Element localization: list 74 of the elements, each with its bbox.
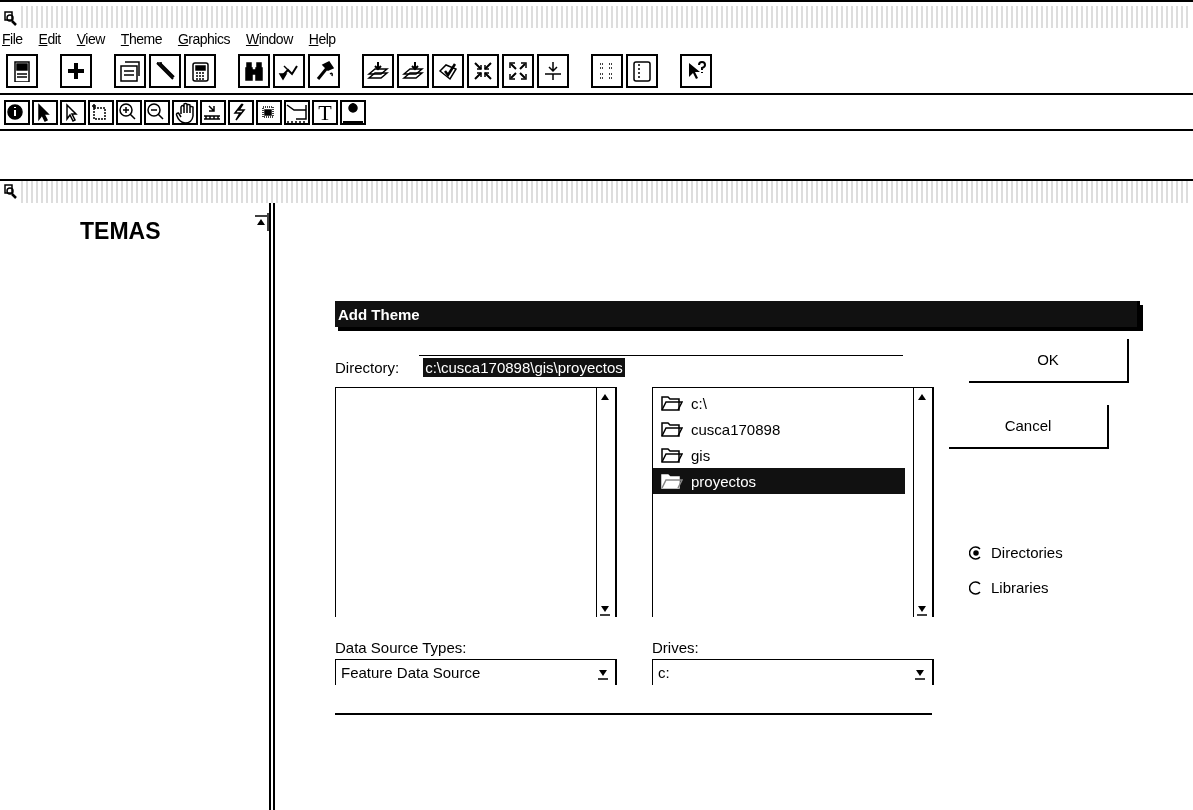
layers-icon	[367, 60, 389, 82]
menu-item[interactable]: Help	[308, 31, 336, 47]
radio-label: Directories	[991, 544, 1063, 561]
cancel-button[interactable]: Cancel	[949, 405, 1109, 449]
calculator-icon	[189, 60, 211, 82]
layers-icon	[402, 60, 424, 82]
frame-icon	[631, 60, 653, 82]
radio-option[interactable]: Libraries	[969, 579, 1144, 596]
pencil-icon	[154, 60, 176, 82]
toolbar-button[interactable]	[32, 100, 58, 125]
toolbar-button[interactable]	[6, 54, 38, 88]
toolbar-button[interactable]	[4, 100, 30, 125]
menu-item[interactable]: Theme	[120, 31, 162, 47]
toolbar-button[interactable]	[340, 100, 366, 125]
form-icon	[119, 60, 141, 82]
folder-list-item[interactable]: gis	[653, 442, 905, 468]
folder-list-item[interactable]: cusca170898	[653, 416, 905, 442]
ok-button[interactable]: OK	[969, 339, 1129, 383]
toolbar-button[interactable]	[537, 54, 569, 88]
toolbar-button[interactable]	[273, 54, 305, 88]
folder-icon	[661, 472, 683, 490]
radio-label: Libraries	[991, 579, 1049, 596]
toolbar-button[interactable]	[172, 100, 198, 125]
folder-list-item[interactable]: c:\	[653, 390, 905, 416]
folder-icon	[661, 446, 683, 464]
toolbar-button[interactable]	[60, 54, 92, 88]
toolbar-button[interactable]	[184, 54, 216, 88]
toolbar-button[interactable]	[502, 54, 534, 88]
menu-item[interactable]: Graphics	[177, 31, 230, 47]
floppy-icon	[11, 60, 33, 82]
shrink-icon	[472, 60, 494, 82]
hand-icon	[174, 101, 196, 124]
toolbar-button[interactable]	[116, 100, 142, 125]
menu-item[interactable]: Edit	[38, 31, 61, 47]
toolbar-button[interactable]	[114, 54, 146, 88]
toolbar-button[interactable]	[362, 54, 394, 88]
dropdown-value: c:	[657, 664, 671, 681]
toolbar-button[interactable]	[626, 54, 658, 88]
drives-dropdown[interactable]: c:	[652, 659, 934, 685]
toolbar-button[interactable]	[432, 54, 464, 88]
toolbar-button[interactable]	[591, 54, 623, 88]
menu-item[interactable]: Window	[245, 31, 293, 47]
menu-item[interactable]: View	[76, 31, 105, 47]
toolbar-button[interactable]	[467, 54, 499, 88]
toolbar-button[interactable]	[680, 54, 712, 88]
panel-title: TEMAS	[80, 218, 162, 245]
text-tool-button[interactable]: T	[312, 100, 338, 125]
radio-option[interactable]: Directories	[969, 544, 1144, 561]
dot-icon	[342, 101, 364, 124]
data-source-dropdown[interactable]: Feature Data Source	[335, 659, 617, 685]
folder-icon	[661, 420, 683, 438]
toolbar-button[interactable]	[149, 54, 181, 88]
toolbar-button[interactable]	[228, 100, 254, 125]
dropdown-value: Feature Data Source	[340, 664, 482, 681]
drives-label: Drives:	[652, 637, 700, 658]
plus-icon	[65, 60, 87, 82]
data-source-types-label: Data Source Types:	[335, 637, 468, 658]
binoculars-icon	[243, 60, 265, 82]
directory-label: Directory:	[335, 358, 400, 376]
scroll-up-icon	[253, 213, 269, 231]
expand-icon	[507, 60, 529, 82]
menu-item[interactable]: File	[2, 31, 23, 47]
toolbar-button[interactable]	[144, 100, 170, 125]
arrow-to-line-icon	[542, 60, 564, 82]
folder-list-item[interactable]: proyectos	[653, 468, 905, 494]
toolbar-button[interactable]	[60, 100, 86, 125]
app-icon	[2, 183, 18, 201]
folder-list[interactable]: c:\ cusca170898 gis proyectos	[652, 387, 934, 617]
toolbar-button[interactable]	[88, 100, 114, 125]
toolbar-button[interactable]	[238, 54, 270, 88]
toolbar-button[interactable]	[308, 54, 340, 88]
directory-field[interactable]: c:\cusca170898\gis\proyectos	[419, 354, 904, 380]
toolbar-button[interactable]	[397, 54, 429, 88]
folder-icon	[661, 394, 683, 412]
